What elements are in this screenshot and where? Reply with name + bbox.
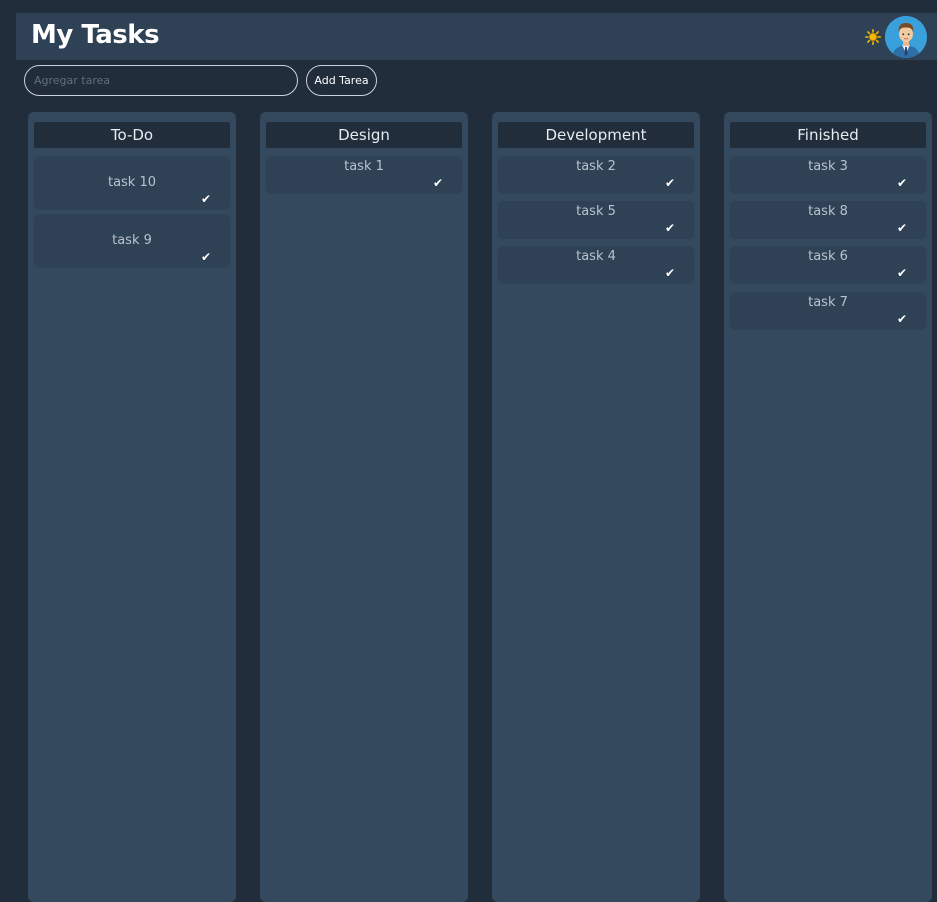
task-label: task 7 xyxy=(808,295,848,310)
check-icon[interactable]: ✔ xyxy=(897,177,907,189)
check-icon[interactable]: ✔ xyxy=(201,251,211,263)
task-label: task 10 xyxy=(107,175,157,190)
column-title: Development xyxy=(498,122,694,148)
column-title: Design xyxy=(266,122,462,148)
sun-icon[interactable] xyxy=(865,29,881,45)
task-card[interactable]: task 8 ✔ xyxy=(730,201,926,239)
user-avatar-icon[interactable] xyxy=(885,16,927,58)
check-icon[interactable]: ✔ xyxy=(897,313,907,325)
task-card[interactable]: task 1 ✔ xyxy=(266,156,462,194)
column-development: Development task 2 ✔ task 5 ✔ task 4 ✔ xyxy=(492,112,700,902)
task-card[interactable]: task 10 ✔ xyxy=(34,156,230,210)
task-card[interactable]: task 5 ✔ xyxy=(498,201,694,239)
task-label: task 8 xyxy=(808,204,848,219)
task-label: task 1 xyxy=(344,159,384,174)
task-card[interactable]: task 6 ✔ xyxy=(730,246,926,284)
column-design: Design task 1 ✔ xyxy=(260,112,468,902)
app-header: My Tasks xyxy=(16,13,937,60)
check-icon[interactable]: ✔ xyxy=(433,177,443,189)
task-label: task 6 xyxy=(808,249,848,264)
column-title: Finished xyxy=(730,122,926,148)
task-card[interactable]: task 2 ✔ xyxy=(498,156,694,194)
column-finished: Finished task 3 ✔ task 8 ✔ task 6 ✔ task… xyxy=(724,112,932,902)
task-card[interactable]: task 3 ✔ xyxy=(730,156,926,194)
check-icon[interactable]: ✔ xyxy=(665,177,675,189)
column-title: To-Do xyxy=(34,122,230,148)
column-todo: To-Do task 10 ✔ task 9 ✔ xyxy=(28,112,236,902)
task-label: task 2 xyxy=(576,159,616,174)
task-label: task 9 xyxy=(112,233,152,248)
task-label: task 5 xyxy=(576,204,616,219)
kanban-board: To-Do task 10 ✔ task 9 ✔ Design task 1 ✔… xyxy=(0,0,937,902)
check-icon[interactable]: ✔ xyxy=(897,222,907,234)
task-card[interactable]: task 4 ✔ xyxy=(498,246,694,284)
page-title: My Tasks xyxy=(31,20,160,50)
check-icon[interactable]: ✔ xyxy=(665,222,675,234)
task-label: task 4 xyxy=(576,249,616,264)
task-card[interactable]: task 7 ✔ xyxy=(730,292,926,330)
check-icon[interactable]: ✔ xyxy=(201,193,211,205)
task-card[interactable]: task 9 ✔ xyxy=(34,214,230,268)
check-icon[interactable]: ✔ xyxy=(665,267,675,279)
check-icon[interactable]: ✔ xyxy=(897,267,907,279)
task-label: task 3 xyxy=(808,159,848,174)
new-task-input[interactable] xyxy=(24,65,298,96)
add-task-button[interactable]: Add Tarea xyxy=(306,65,377,96)
